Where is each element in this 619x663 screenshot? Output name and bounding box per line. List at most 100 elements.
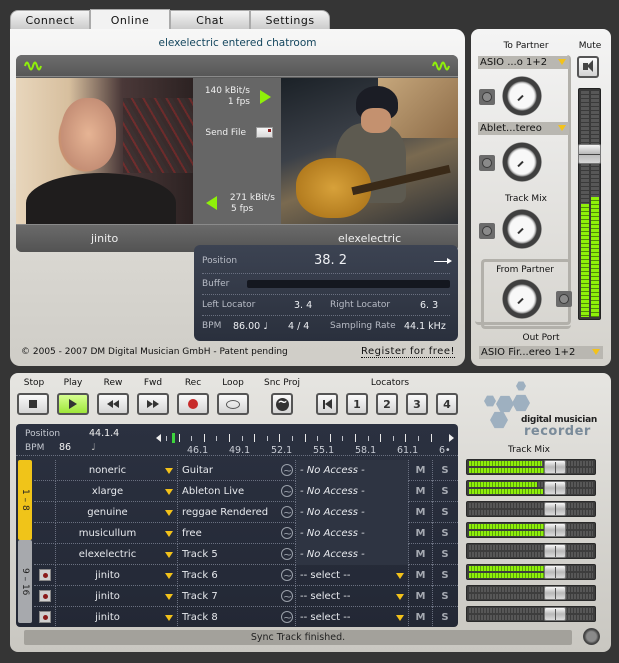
from-partner-knob[interactable] <box>502 279 542 319</box>
mute-button[interactable]: M <box>409 502 433 523</box>
time-signature: 4 / 4 <box>288 321 310 332</box>
loop-button[interactable] <box>217 393 249 415</box>
user-select[interactable]: musicullum <box>56 523 178 544</box>
input-2-enable-button[interactable] <box>479 155 495 171</box>
input-2-gain-knob[interactable] <box>502 142 542 182</box>
out-port-dropdown[interactable]: ASIO Fir...ereo 1+2 <box>479 346 603 359</box>
track-mix-slider[interactable] <box>466 585 596 601</box>
playhead-marker[interactable] <box>172 433 175 443</box>
track-mix-knob[interactable] <box>502 209 542 249</box>
user-select[interactable]: jinito <box>56 607 178 627</box>
bank-selector: 1 – 8 9 – 16 <box>18 460 32 623</box>
scroll-right-icon[interactable] <box>449 434 454 442</box>
sync-project-button[interactable] <box>271 393 293 415</box>
from-partner-enable-button[interactable] <box>556 291 572 307</box>
solo-button[interactable]: S <box>433 523 457 544</box>
track-mix-slider[interactable] <box>466 564 596 580</box>
locator-1-button[interactable]: 1 <box>346 393 368 415</box>
timeline-tick <box>329 434 331 442</box>
mute-button[interactable]: M <box>409 607 433 627</box>
go-to-start-button[interactable] <box>316 393 338 415</box>
track-sync-cell[interactable] <box>278 586 296 607</box>
solo-button[interactable]: S <box>433 502 457 523</box>
mix-fader-thumb[interactable] <box>544 502 566 516</box>
timeline-tick <box>266 436 268 441</box>
solo-button[interactable]: S <box>433 481 457 502</box>
mute-button[interactable] <box>577 56 599 78</box>
user-select[interactable]: jinito <box>56 565 178 586</box>
track-sync-cell[interactable] <box>278 607 296 627</box>
input-2-dropdown[interactable]: Ablet...tereo <box>478 122 569 135</box>
track-mix-slider[interactable] <box>466 522 596 538</box>
track-mix-slider[interactable] <box>466 606 596 622</box>
mute-button[interactable]: M <box>409 481 433 502</box>
bank-1-8[interactable]: 1 – 8 <box>18 460 32 540</box>
play-icon <box>69 399 77 409</box>
stop-button[interactable] <box>17 393 49 415</box>
mix-fader-thumb[interactable] <box>544 460 566 474</box>
solo-button[interactable]: S <box>433 460 457 481</box>
sampling-rate-value: 44.1 kHz <box>404 321 446 332</box>
track-sync-cell[interactable] <box>278 565 296 586</box>
fast-forward-button[interactable] <box>137 393 169 415</box>
incoming-arrow-icon <box>206 196 217 210</box>
solo-button[interactable]: S <box>433 565 457 586</box>
scroll-left-icon[interactable] <box>156 434 161 442</box>
master-fader-thumb[interactable] <box>578 144 601 164</box>
bank-9-16[interactable]: 9 – 16 <box>18 540 32 623</box>
record-arm-button[interactable] <box>39 611 51 623</box>
mix-fader-thumb[interactable] <box>544 586 566 600</box>
track-mix-slider[interactable] <box>466 480 596 496</box>
mix-fader-thumb[interactable] <box>544 607 566 621</box>
record-button[interactable] <box>177 393 209 415</box>
user-select[interactable]: genuine <box>56 502 178 523</box>
track-mix-slider[interactable] <box>466 543 596 559</box>
locator-3-button[interactable]: 3 <box>406 393 428 415</box>
input-select[interactable]: -- select -- <box>296 607 409 627</box>
mute-button[interactable]: M <box>409 460 433 481</box>
send-file-envelope-icon[interactable] <box>256 127 273 138</box>
mute-button[interactable]: M <box>409 586 433 607</box>
track-sync-cell[interactable] <box>278 460 296 481</box>
solo-button[interactable]: S <box>433 544 457 565</box>
mix-fader-thumb[interactable] <box>544 565 566 579</box>
register-link[interactable]: Register for free! <box>360 346 455 358</box>
mix-fader-thumb[interactable] <box>544 523 566 537</box>
rewind-button[interactable] <box>97 393 129 415</box>
timeline-tick <box>254 434 256 442</box>
solo-button[interactable]: S <box>433 586 457 607</box>
mix-fader-thumb[interactable] <box>544 481 566 495</box>
input-select[interactable]: -- select -- <box>296 565 409 586</box>
user-select[interactable]: jinito <box>56 586 178 607</box>
tab-online[interactable]: Online <box>90 9 170 31</box>
record-arm-button[interactable] <box>39 590 51 602</box>
play-button[interactable] <box>57 393 89 415</box>
input-1-gain-knob[interactable] <box>502 76 542 116</box>
mute-button[interactable]: M <box>409 544 433 565</box>
user-select[interactable]: elexelectric <box>56 544 178 565</box>
track-mix-slider[interactable] <box>466 501 596 517</box>
track-mix-enable-button[interactable] <box>479 223 495 239</box>
timeline-tick <box>229 434 230 442</box>
track-sync-cell[interactable] <box>278 544 296 565</box>
mix-fader-thumb[interactable] <box>544 544 566 558</box>
tab-settings[interactable]: Settings <box>250 10 330 30</box>
tab-connect[interactable]: Connect <box>10 10 90 30</box>
user-select[interactable]: xlarge <box>56 481 178 502</box>
locator-2-button[interactable]: 2 <box>376 393 398 415</box>
record-arm-button[interactable] <box>39 569 51 581</box>
user-select[interactable]: noneric <box>56 460 178 481</box>
track-sync-cell[interactable] <box>278 502 296 523</box>
mute-button[interactable]: M <box>409 565 433 586</box>
mute-button[interactable]: M <box>409 523 433 544</box>
tab-chat[interactable]: Chat <box>170 10 250 30</box>
track-sync-cell[interactable] <box>278 523 296 544</box>
solo-button[interactable]: S <box>433 607 457 627</box>
track-mix-slider[interactable] <box>466 459 596 475</box>
input-1-enable-button[interactable] <box>479 89 495 105</box>
locator-4-button[interactable]: 4 <box>436 393 458 415</box>
input-select[interactable]: -- select -- <box>296 586 409 607</box>
track-sync-cell[interactable] <box>278 481 296 502</box>
timeline-ruler[interactable] <box>156 433 456 443</box>
input-1-dropdown[interactable]: ASIO ...o 1+2 <box>478 56 569 69</box>
